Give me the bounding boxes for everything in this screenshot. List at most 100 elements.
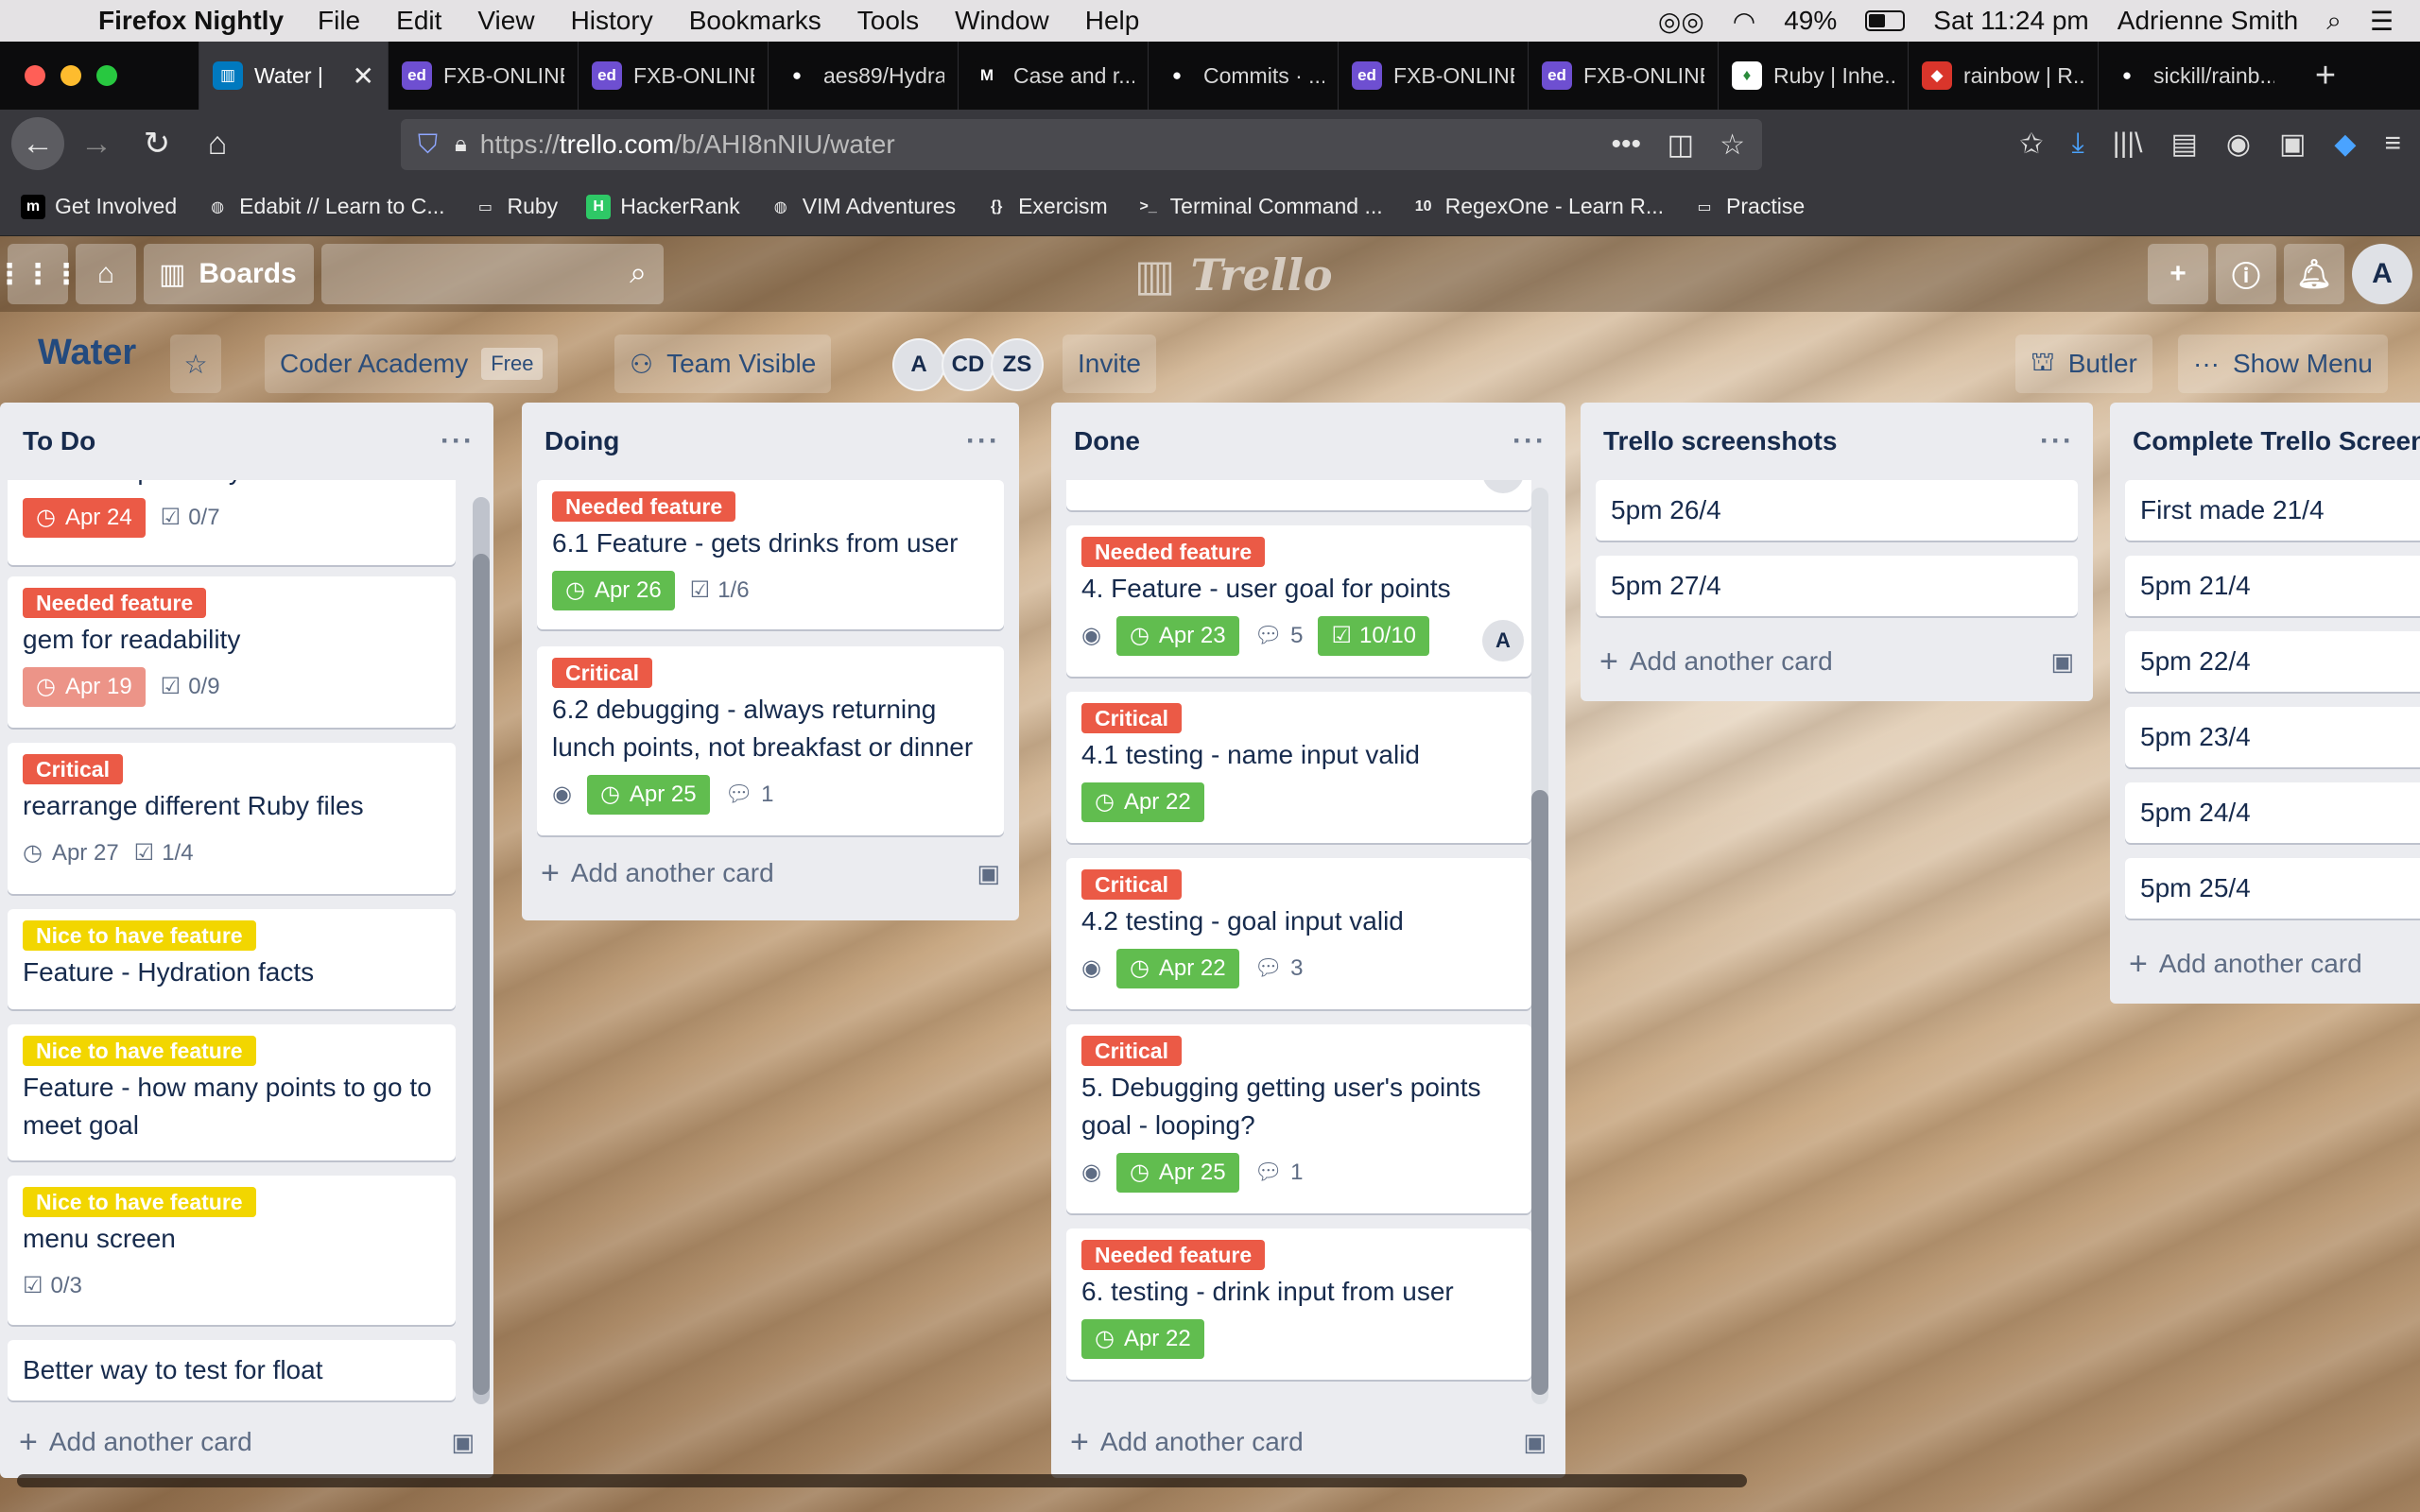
page-actions-icon[interactable]: •••: [1611, 129, 1641, 161]
list-title[interactable]: Trello screenshots: [1603, 426, 2040, 456]
add-card-button[interactable]: + Add another card ▣: [19, 1412, 475, 1472]
bookmarks-menu-icon[interactable]: ✩: [2019, 128, 2043, 161]
pocket-icon[interactable]: ◫: [1668, 129, 1694, 162]
lock-icon[interactable]: 🔒︎: [455, 131, 467, 158]
bookmark-item[interactable]: ◍ VIM Adventures: [769, 194, 956, 219]
member-avatar[interactable]: CD: [942, 338, 994, 391]
url-bar[interactable]: ⛉ 🔒︎ https://trello.com/b/AHI8nNIU/water…: [401, 119, 1762, 170]
card[interactable]: 5pm 21/4: [2125, 556, 2420, 616]
card[interactable]: Critical 4.2 testing - goal input valid …: [1066, 858, 1531, 1009]
due-date-badge[interactable]: ◷ Apr 19: [23, 667, 146, 707]
invite-button[interactable]: Invite: [1063, 335, 1156, 393]
bookmark-item[interactable]: ▭ Practise: [1692, 194, 1805, 219]
due-date-badge[interactable]: ◷ Apr 25: [586, 775, 710, 815]
team-button[interactable]: Coder Academy Free: [265, 335, 559, 393]
card[interactable]: First made 21/4: [2125, 480, 2420, 541]
wifi-icon[interactable]: ◠: [1733, 6, 1755, 37]
card-template-icon[interactable]: ▣: [977, 859, 1000, 888]
due-date-badge[interactable]: ◷ Apr 27: [23, 833, 119, 873]
add-card-button[interactable]: + Add another card ▣: [1599, 631, 2074, 692]
due-date-badge[interactable]: ◷ Apr 22: [1081, 1319, 1204, 1359]
butler-button[interactable]: ⛫ Butler: [2015, 335, 2152, 393]
trello-logo[interactable]: ▥ Trello: [1134, 249, 1333, 301]
card[interactable]: Nice to have feature Feature - Hydration…: [8, 909, 456, 1009]
card[interactable]: 5pm 22/4: [2125, 631, 2420, 692]
vpn-extension-icon[interactable]: ◆: [2334, 128, 2356, 161]
member-avatar[interactable]: A: [892, 338, 945, 391]
bookmark-item[interactable]: >_ Terminal Command ...: [1136, 194, 1383, 219]
app-menu-icon[interactable]: ≡: [2384, 128, 2401, 160]
menu-file[interactable]: File: [318, 6, 360, 36]
card[interactable]: Needed feature 6. testing - drink input …: [1066, 1228, 1531, 1380]
list-scrollbar-thumb[interactable]: [1531, 790, 1548, 1395]
list-title[interactable]: Complete Trello Screenshots: [2133, 426, 2420, 456]
card[interactable]: Needed feature 6.1 Feature - gets drinks…: [537, 480, 1004, 629]
browser-tab[interactable]: ● Commits · ...: [1148, 42, 1338, 110]
list-menu-icon[interactable]: ···: [2040, 425, 2074, 457]
due-date-badge[interactable]: ◷ Apr 25: [1115, 1153, 1239, 1193]
list-title[interactable]: Doing: [544, 426, 966, 456]
notifications-bell-icon[interactable]: 🔔︎: [2284, 244, 2344, 304]
card-template-icon[interactable]: ▣: [1523, 1428, 1547, 1457]
card[interactable]: Nice to have feature Feature - how many …: [8, 1024, 456, 1160]
member-avatar[interactable]: ZS: [991, 338, 1044, 391]
card[interactable]: 5pm 27/4: [1596, 556, 2078, 616]
user-name[interactable]: Adrienne Smith: [2118, 6, 2298, 36]
profile-avatar[interactable]: A: [2352, 244, 2412, 304]
menu-bookmarks[interactable]: Bookmarks: [689, 6, 821, 36]
browser-tab[interactable]: ed FXB-ONLINE: [578, 42, 768, 110]
bookmark-item[interactable]: {} Exercism: [984, 194, 1108, 219]
home-icon[interactable]: ⌂: [76, 244, 136, 304]
window-minimize-button[interactable]: [60, 65, 81, 86]
browser-tab[interactable]: ● aes89/Hydration: [768, 42, 958, 110]
forward-button[interactable]: →: [70, 117, 123, 170]
close-tab-icon[interactable]: ✕: [353, 60, 374, 92]
due-date-badge[interactable]: ◷ Apr 23: [1115, 616, 1239, 656]
due-date-badge[interactable]: ◷ Apr 26: [552, 571, 675, 610]
visibility-button[interactable]: ⚇ Team Visible: [614, 335, 832, 393]
card[interactable]: Critical 5. Debugging getting user's poi…: [1066, 1024, 1531, 1213]
clock[interactable]: Sat 11:24 pm: [1933, 6, 2088, 36]
bookmark-item[interactable]: ◍ Edabit // Learn to C...: [205, 194, 444, 219]
browser-tab[interactable]: M Case and r...: [958, 42, 1148, 110]
extension-icon[interactable]: ▣: [2279, 128, 2306, 161]
boards-button[interactable]: ▥ Boards: [144, 244, 314, 304]
browser-tab[interactable]: ♦ Ruby | Inhe...: [1718, 42, 1908, 110]
browser-tab[interactable]: ed FXB-ONLINE: [388, 42, 578, 110]
bookmark-item[interactable]: 10 RegexOne - Learn R...: [1411, 194, 1664, 219]
bookmark-item[interactable]: ▭ Ruby: [473, 194, 558, 219]
board-title[interactable]: Water: [38, 333, 136, 373]
browser-tab[interactable]: ● sickill/rainb...: [2098, 42, 2288, 110]
list-scrollbar[interactable]: [1531, 488, 1548, 1404]
card[interactable]: Needed feature 4. Feature - user goal fo…: [1066, 525, 1531, 677]
browser-tab[interactable]: ed FXB-ONLINE: [1528, 42, 1718, 110]
card-member-avatar[interactable]: A: [1482, 620, 1524, 662]
star-board-icon[interactable]: ☆: [170, 335, 221, 393]
card-template-icon[interactable]: ▣: [451, 1428, 475, 1457]
card[interactable]: A: [1066, 480, 1531, 510]
show-menu-button[interactable]: ··· Show Menu: [2178, 335, 2388, 393]
card-template-icon[interactable]: ▣: [2050, 647, 2074, 677]
due-date-badge[interactable]: ◷ Apr 22: [1115, 949, 1239, 988]
browser-tab[interactable]: ◆ rainbow | R...: [1908, 42, 2098, 110]
spotlight-search-icon[interactable]: ⌕: [2326, 6, 2342, 37]
menu-tools[interactable]: Tools: [857, 6, 919, 36]
glasses-icon[interactable]: ◎◎: [1658, 6, 1704, 37]
list-scrollbar-thumb[interactable]: [473, 554, 490, 1395]
home-button[interactable]: ⌂: [191, 117, 244, 170]
due-date-badge[interactable]: ◷ Apr 22: [1081, 782, 1204, 822]
card[interactable]: Feature - points system for drinks ◷ Apr …: [8, 480, 456, 565]
app-name-menu[interactable]: Firefox Nightly: [98, 6, 284, 36]
list-scrollbar[interactable]: [473, 497, 490, 1404]
browser-tab[interactable]: ed FXB-ONLINE: [1338, 42, 1528, 110]
list-menu-icon[interactable]: ···: [1512, 425, 1547, 457]
add-card-button[interactable]: + Add another card ▣: [1070, 1412, 1547, 1472]
apps-grid-icon[interactable]: ⋮⋮⋮: [0, 244, 80, 304]
card[interactable]: 5pm 24/4: [2125, 782, 2420, 843]
bookmark-item[interactable]: H HackerRank: [586, 194, 740, 219]
card[interactable]: Critical 4.1 testing - name input valid …: [1066, 692, 1531, 843]
browser-tab[interactable]: ▥ Water | ✕: [199, 42, 388, 110]
menu-edit[interactable]: Edit: [396, 6, 441, 36]
card[interactable]: 5pm 26/4: [1596, 480, 2078, 541]
bookmark-item[interactable]: m Get Involved: [21, 194, 177, 219]
